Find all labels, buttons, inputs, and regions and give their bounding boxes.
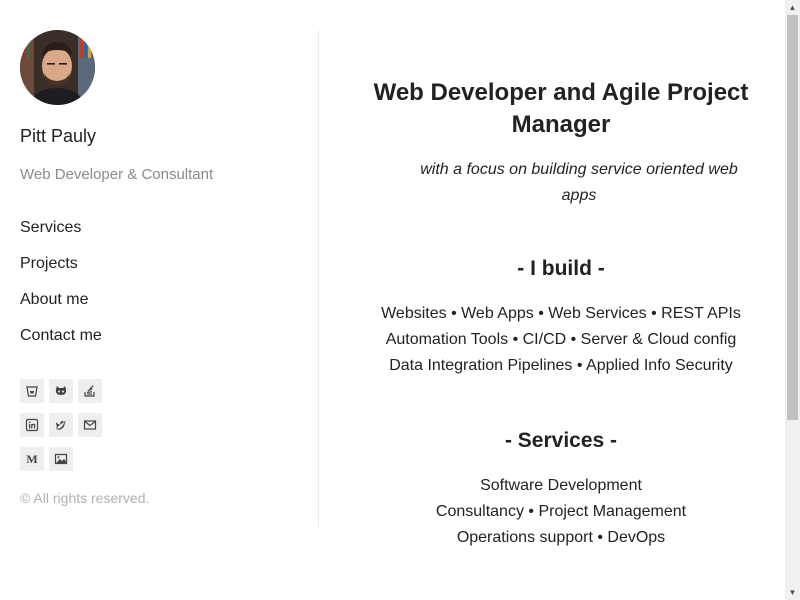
services-line: Software Development bbox=[480, 477, 642, 494]
scroll-up-arrow-icon[interactable]: ▲ bbox=[785, 0, 800, 15]
page-headline: Web Developer and Agile Project Manager bbox=[373, 79, 749, 138]
vertical-scrollbar[interactable]: ▲ ▼ bbox=[785, 0, 800, 600]
sidebar-nav: Services Projects About me Contact me bbox=[20, 218, 102, 362]
avatar[interactable] bbox=[20, 30, 95, 105]
nav-item-contact-me[interactable]: Contact me bbox=[20, 326, 102, 362]
linkedin-icon bbox=[25, 418, 39, 432]
page-subline: with a focus on building service oriente… bbox=[420, 161, 738, 204]
services-list: Software Development Consultancy • Proje… bbox=[319, 473, 800, 551]
linkedin-link[interactable] bbox=[20, 413, 44, 437]
github-icon bbox=[55, 386, 67, 395]
services-line: Consultancy • Project Management bbox=[435, 503, 687, 520]
scrollbar-thumb[interactable] bbox=[787, 15, 798, 420]
site-tagline: Web Developer & Consultant bbox=[20, 166, 214, 183]
stackoverflow-icon bbox=[84, 385, 95, 397]
main-content: Web Developer and Agile Project Manager … bbox=[319, 0, 785, 600]
social-links-row-3: M bbox=[20, 447, 73, 471]
image-gallery-link[interactable] bbox=[49, 447, 73, 471]
email-icon bbox=[83, 420, 97, 430]
services-line: Operations support • DevOps bbox=[456, 529, 666, 546]
nav-item-projects[interactable]: Projects bbox=[20, 254, 102, 290]
avatar-photo bbox=[20, 30, 95, 105]
build-line: Data Integration Pipelines • Applied Inf… bbox=[389, 357, 733, 374]
svg-text:M: M bbox=[26, 452, 37, 466]
email-link[interactable] bbox=[78, 413, 102, 437]
build-line: Websites • Web Apps • Web Services • RES… bbox=[381, 305, 741, 322]
build-section-title: - I build - bbox=[517, 257, 605, 280]
sidebar: Pitt Pauly Web Developer & Consultant Se… bbox=[0, 0, 318, 600]
github-link[interactable] bbox=[49, 379, 73, 403]
twitter-link[interactable] bbox=[49, 413, 73, 437]
image-gallery-icon bbox=[54, 453, 68, 465]
social-links-row-1 bbox=[20, 379, 102, 403]
build-line: Automation Tools • CI/CD • Server & Clou… bbox=[385, 331, 737, 348]
medium-link[interactable]: M bbox=[20, 447, 44, 471]
services-section-title: - Services - bbox=[504, 429, 618, 452]
nav-item-about-me[interactable]: About me bbox=[20, 290, 102, 326]
page: Pitt Pauly Web Developer & Consultant Se… bbox=[0, 0, 800, 600]
medium-icon: M bbox=[26, 452, 37, 466]
site-name[interactable]: Pitt Pauly bbox=[20, 126, 96, 147]
twitter-icon bbox=[55, 421, 66, 430]
bitbucket-icon bbox=[26, 386, 38, 397]
bitbucket-link[interactable] bbox=[20, 379, 44, 403]
scroll-down-arrow-icon[interactable]: ▼ bbox=[785, 585, 800, 600]
nav-item-services[interactable]: Services bbox=[20, 218, 102, 254]
copyright-notice: © All rights reserved. bbox=[20, 490, 150, 506]
stackoverflow-link[interactable] bbox=[78, 379, 102, 403]
social-links-row-2 bbox=[20, 413, 102, 437]
build-list: Websites • Web Apps • Web Services • RES… bbox=[319, 301, 800, 379]
